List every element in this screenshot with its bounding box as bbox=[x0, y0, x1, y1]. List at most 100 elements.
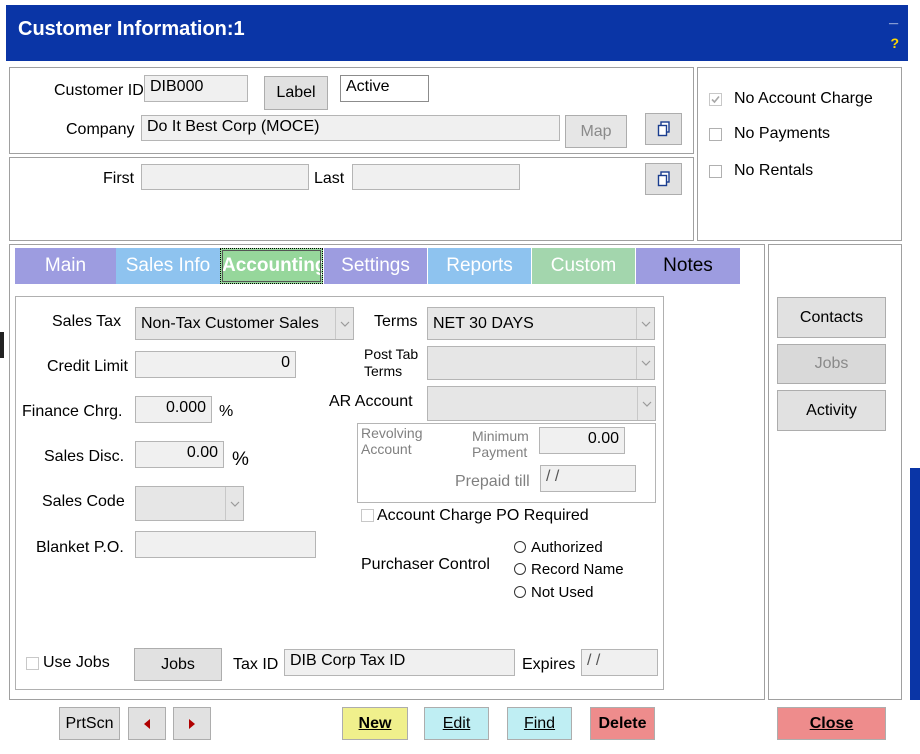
sales-tax-select[interactable]: Non-Tax Customer Sales bbox=[135, 307, 354, 340]
checkmark-icon bbox=[711, 95, 720, 104]
tab-accounting[interactable]: Accounting bbox=[220, 248, 323, 284]
sales-code-select[interactable] bbox=[135, 486, 244, 521]
revolving-label-1: Revolving bbox=[361, 425, 423, 441]
no-account-charge-checkbox[interactable] bbox=[709, 93, 722, 106]
prepaid-till-label: Prepaid till bbox=[455, 473, 530, 490]
last-name-label: Last bbox=[314, 170, 345, 187]
company-field[interactable]: Do It Best Corp (MOCE) bbox=[141, 115, 560, 141]
use-jobs-checkbox[interactable] bbox=[26, 657, 39, 670]
map-button[interactable]: Map bbox=[565, 115, 627, 148]
min-payment-field[interactable]: 0.00 bbox=[539, 427, 625, 454]
tab-sales-info[interactable]: Sales Info bbox=[116, 248, 220, 284]
edit-label: Edit bbox=[442, 714, 471, 732]
no-payments-checkbox[interactable] bbox=[709, 128, 722, 141]
last-name-field[interactable] bbox=[352, 164, 520, 190]
no-payments-label: No Payments bbox=[734, 125, 831, 142]
find-button[interactable]: Find bbox=[507, 707, 572, 740]
sales-disc-label: Sales Disc. bbox=[44, 448, 125, 465]
po-required-label: Account Charge PO Required bbox=[377, 507, 589, 524]
use-jobs-label: Use Jobs bbox=[43, 654, 110, 671]
tab-main[interactable]: Main bbox=[15, 248, 116, 284]
expires-label: Expires bbox=[522, 656, 576, 673]
triangle-left-icon bbox=[144, 718, 150, 729]
chevron-down-icon bbox=[636, 308, 654, 339]
terms-select[interactable]: NET 30 DAYS bbox=[427, 307, 655, 340]
finance-charge-field[interactable]: 0.000 bbox=[135, 396, 212, 423]
post-tab-terms-label-2: Terms bbox=[364, 363, 403, 379]
revolving-label-2: Account bbox=[361, 441, 412, 457]
chevron-down-icon bbox=[225, 487, 243, 520]
first-name-label: First bbox=[103, 170, 135, 187]
terms-value: NET 30 DAYS bbox=[433, 315, 534, 332]
min-payment-label-1: Minimum bbox=[472, 428, 529, 444]
record-name-label: Record Name bbox=[531, 561, 624, 578]
title-bar: Customer Information:1 _ ? bbox=[6, 5, 908, 61]
terms-label: Terms bbox=[374, 313, 418, 330]
sales-disc-field[interactable]: 0.00 bbox=[135, 441, 224, 468]
label-button[interactable]: Label bbox=[264, 76, 328, 110]
copy-icon bbox=[657, 171, 670, 187]
jobs-side-button[interactable]: Jobs bbox=[777, 344, 886, 384]
sales-tax-label: Sales Tax bbox=[52, 313, 122, 330]
no-account-charge-label: No Account Charge bbox=[734, 90, 873, 107]
finance-charge-label: Finance Chrg. bbox=[22, 403, 123, 420]
credit-limit-field[interactable]: 0 bbox=[135, 351, 296, 378]
prepaid-till-field[interactable]: / / bbox=[540, 465, 636, 492]
customer-id-field[interactable]: DIB000 bbox=[144, 75, 248, 102]
close-label: Close bbox=[809, 714, 854, 732]
post-tab-terms-select[interactable] bbox=[427, 346, 655, 380]
tab-reports[interactable]: Reports bbox=[428, 248, 531, 284]
next-record-button[interactable] bbox=[173, 707, 211, 740]
jobs-button[interactable]: Jobs bbox=[134, 648, 222, 681]
find-label: Find bbox=[523, 714, 556, 732]
right-edge-accent bbox=[910, 468, 920, 700]
prtscn-button[interactable]: PrtScn bbox=[59, 707, 120, 740]
new-button[interactable]: New bbox=[342, 707, 408, 740]
no-rentals-checkbox[interactable] bbox=[709, 165, 722, 178]
authorized-radio[interactable] bbox=[514, 541, 526, 553]
min-payment-label-2: Payment bbox=[472, 444, 528, 460]
minimize-button[interactable]: _ bbox=[889, 9, 898, 27]
close-button[interactable]: Close bbox=[777, 707, 886, 740]
delete-button[interactable]: Delete bbox=[590, 707, 655, 740]
blanket-po-label: Blanket P.O. bbox=[36, 539, 124, 556]
copy-name-button[interactable] bbox=[645, 163, 682, 195]
authorized-label: Authorized bbox=[531, 539, 603, 556]
not-used-label: Not Used bbox=[531, 584, 594, 601]
chevron-down-icon bbox=[335, 308, 353, 339]
chevron-down-icon bbox=[636, 347, 654, 379]
tax-id-label: Tax ID bbox=[233, 656, 279, 673]
post-tab-terms-label-1: Post Tab bbox=[364, 346, 419, 362]
record-name-radio[interactable] bbox=[514, 563, 526, 575]
copy-company-button[interactable] bbox=[645, 113, 682, 145]
finance-charge-unit: % bbox=[219, 403, 234, 420]
credit-limit-label: Credit Limit bbox=[47, 358, 128, 375]
tab-custom[interactable]: Custom bbox=[532, 248, 635, 284]
expires-field[interactable]: / / bbox=[581, 649, 658, 676]
help-icon[interactable]: ? bbox=[890, 35, 899, 51]
sales-disc-unit: % bbox=[232, 449, 249, 470]
tax-id-field[interactable]: DIB Corp Tax ID bbox=[284, 649, 515, 676]
first-name-field[interactable] bbox=[141, 164, 309, 190]
blanket-po-field[interactable] bbox=[135, 531, 316, 558]
window-title: Customer Information:1 bbox=[18, 18, 245, 40]
not-used-radio[interactable] bbox=[514, 586, 526, 598]
copy-icon bbox=[657, 121, 670, 137]
po-required-checkbox[interactable] bbox=[361, 509, 374, 522]
activity-button[interactable]: Activity bbox=[777, 390, 886, 431]
ar-account-select[interactable] bbox=[427, 386, 656, 421]
tab-notes[interactable]: Notes bbox=[636, 248, 740, 284]
new-label: New bbox=[358, 714, 392, 732]
tab-settings[interactable]: Settings bbox=[324, 248, 427, 284]
edit-button[interactable]: Edit bbox=[424, 707, 489, 740]
delete-label: Delete bbox=[598, 714, 647, 732]
previous-record-button[interactable] bbox=[128, 707, 166, 740]
chevron-down-icon bbox=[637, 387, 655, 420]
left-edge-marker bbox=[0, 332, 4, 358]
customer-id-label: Customer ID bbox=[54, 82, 144, 99]
window-border bbox=[908, 5, 920, 61]
status-field[interactable]: Active bbox=[340, 75, 429, 102]
purchaser-control-label: Purchaser Control bbox=[361, 556, 490, 573]
contacts-button[interactable]: Contacts bbox=[777, 297, 886, 338]
no-rentals-label: No Rentals bbox=[734, 162, 814, 179]
